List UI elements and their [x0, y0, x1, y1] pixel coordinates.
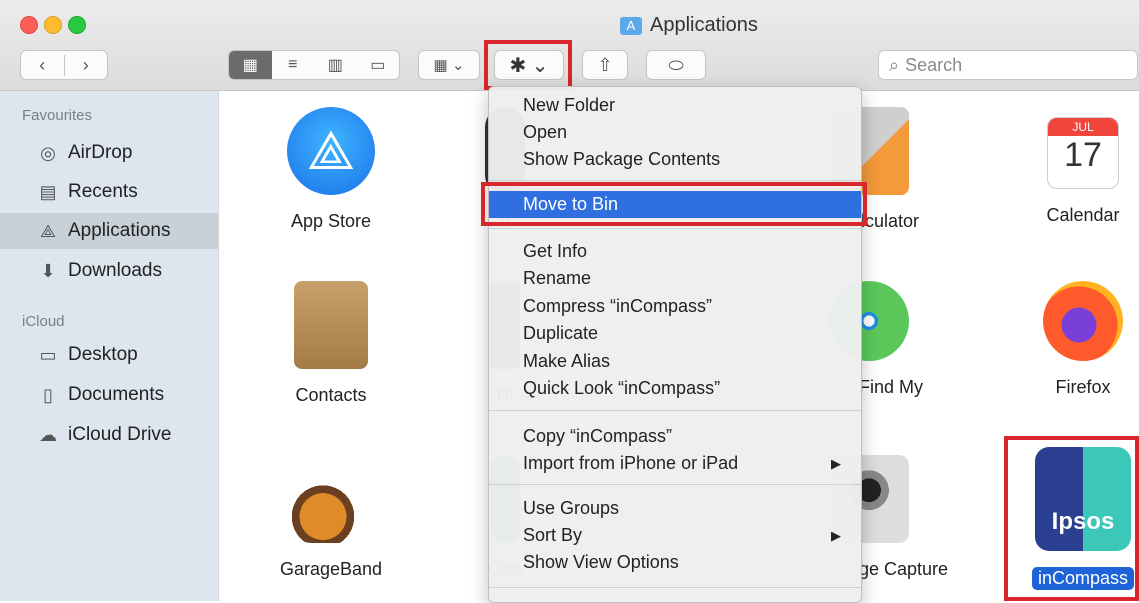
menu-item-new-folder[interactable]: New Folder	[489, 92, 861, 119]
action-context-menu: New Folder Open Show Package Contents Mo…	[488, 86, 862, 603]
documents-icon: ▯	[43, 384, 53, 405]
contacts-icon	[294, 281, 368, 369]
menu-item-duplicate[interactable]: Duplicate	[489, 320, 861, 347]
list-view-button[interactable]: ≡	[272, 51, 315, 79]
minimize-window-button[interactable]	[44, 16, 62, 34]
applications-folder-icon: A	[620, 16, 642, 35]
menu-item-copy[interactable]: Copy “inCompass”	[489, 423, 861, 450]
airdrop-icon: ◎	[40, 142, 56, 163]
group-button[interactable]: ▦ ⌄	[418, 50, 480, 80]
sidebar-item-documents[interactable]: ▯ Documents	[0, 377, 218, 413]
app-store-icon: ⟁	[287, 107, 375, 195]
firefox-icon	[1043, 281, 1123, 361]
app-store-item[interactable]: ⟁ App Store	[261, 107, 401, 232]
window-title: A Applications	[620, 14, 758, 37]
sidebar-item-icloud-drive[interactable]: ☁ iCloud Drive	[0, 417, 218, 453]
menu-item-use-groups[interactable]: Use Groups	[489, 495, 861, 522]
menu-item-compress[interactable]: Compress “inCompass”	[489, 293, 861, 320]
sidebar-item-applications[interactable]: ⟁ Applications	[0, 213, 218, 249]
firefox-item[interactable]: Firefox	[1013, 281, 1139, 398]
navigation-buttons: ‹ ›	[20, 50, 108, 80]
sidebar-item-downloads[interactable]: ⬇ Downloads	[0, 253, 218, 289]
menu-separator	[489, 228, 861, 229]
submenu-arrow-icon: ▶	[831, 528, 841, 543]
applications-icon: ⟁	[39, 220, 57, 241]
garageband-item[interactable]: GarageBand	[261, 455, 401, 580]
column-view-button[interactable]: ▥	[314, 51, 357, 79]
sidebar-item-recents[interactable]: ▤ Recents	[0, 174, 218, 210]
back-button[interactable]: ‹	[21, 54, 65, 76]
zoom-window-button[interactable]	[68, 16, 86, 34]
gallery-view-button[interactable]: ▭	[357, 51, 400, 79]
menu-item-make-alias[interactable]: Make Alias	[489, 348, 861, 375]
icloud-icon: ☁	[39, 424, 57, 445]
view-mode-buttons: ▦ ≡ ▥ ▭	[228, 50, 400, 80]
submenu-arrow-icon: ▶	[831, 456, 841, 471]
sidebar: Favourites ◎ AirDrop ▤ Recents ⟁ Applica…	[0, 91, 219, 601]
incompass-highlight-box	[1004, 436, 1139, 601]
close-window-button[interactable]	[20, 16, 38, 34]
sidebar-item-airdrop[interactable]: ◎ AirDrop	[0, 135, 218, 171]
search-field[interactable]: ⌕ Search	[878, 50, 1138, 80]
garageband-icon	[291, 455, 371, 543]
menu-item-quick-look[interactable]: Quick Look “inCompass”	[489, 375, 861, 402]
forward-button[interactable]: ›	[65, 55, 108, 76]
icon-view-button[interactable]: ▦	[229, 51, 272, 79]
menu-item-get-info[interactable]: Get Info	[489, 238, 861, 265]
desktop-icon: ▭	[39, 344, 57, 365]
menu-item-rename[interactable]: Rename	[489, 265, 861, 292]
recents-icon: ▤	[39, 181, 57, 202]
gear-highlight-box	[484, 40, 572, 90]
search-icon: ⌕	[889, 54, 900, 75]
icloud-header: iCloud	[22, 313, 65, 330]
menu-separator	[489, 587, 861, 588]
tag-button[interactable]: ⬭	[646, 50, 706, 80]
contacts-item[interactable]: Contacts	[261, 281, 401, 406]
menu-separator	[489, 484, 861, 485]
menu-separator	[489, 180, 861, 181]
favourites-header: Favourites	[22, 107, 93, 124]
menu-item-import-from-iphone[interactable]: Import from iPhone or iPad ▶	[489, 450, 861, 477]
sidebar-item-desktop[interactable]: ▭ Desktop	[0, 337, 218, 373]
menu-item-open[interactable]: Open	[489, 119, 861, 146]
move-to-bin-highlight-box	[481, 182, 867, 226]
menu-item-show-package-contents[interactable]: Show Package Contents	[489, 146, 861, 173]
search-placeholder: Search	[905, 54, 963, 75]
calendar-icon: JUL 17	[1047, 117, 1119, 189]
calendar-item[interactable]: JUL 17 Calendar	[1013, 107, 1139, 226]
share-button[interactable]: ⇧	[582, 50, 628, 80]
downloads-icon: ⬇	[40, 260, 56, 281]
menu-item-show-view-options[interactable]: Show View Options	[489, 549, 861, 576]
menu-item-sort-by[interactable]: Sort By ▶	[489, 522, 861, 549]
menu-separator	[489, 410, 861, 411]
